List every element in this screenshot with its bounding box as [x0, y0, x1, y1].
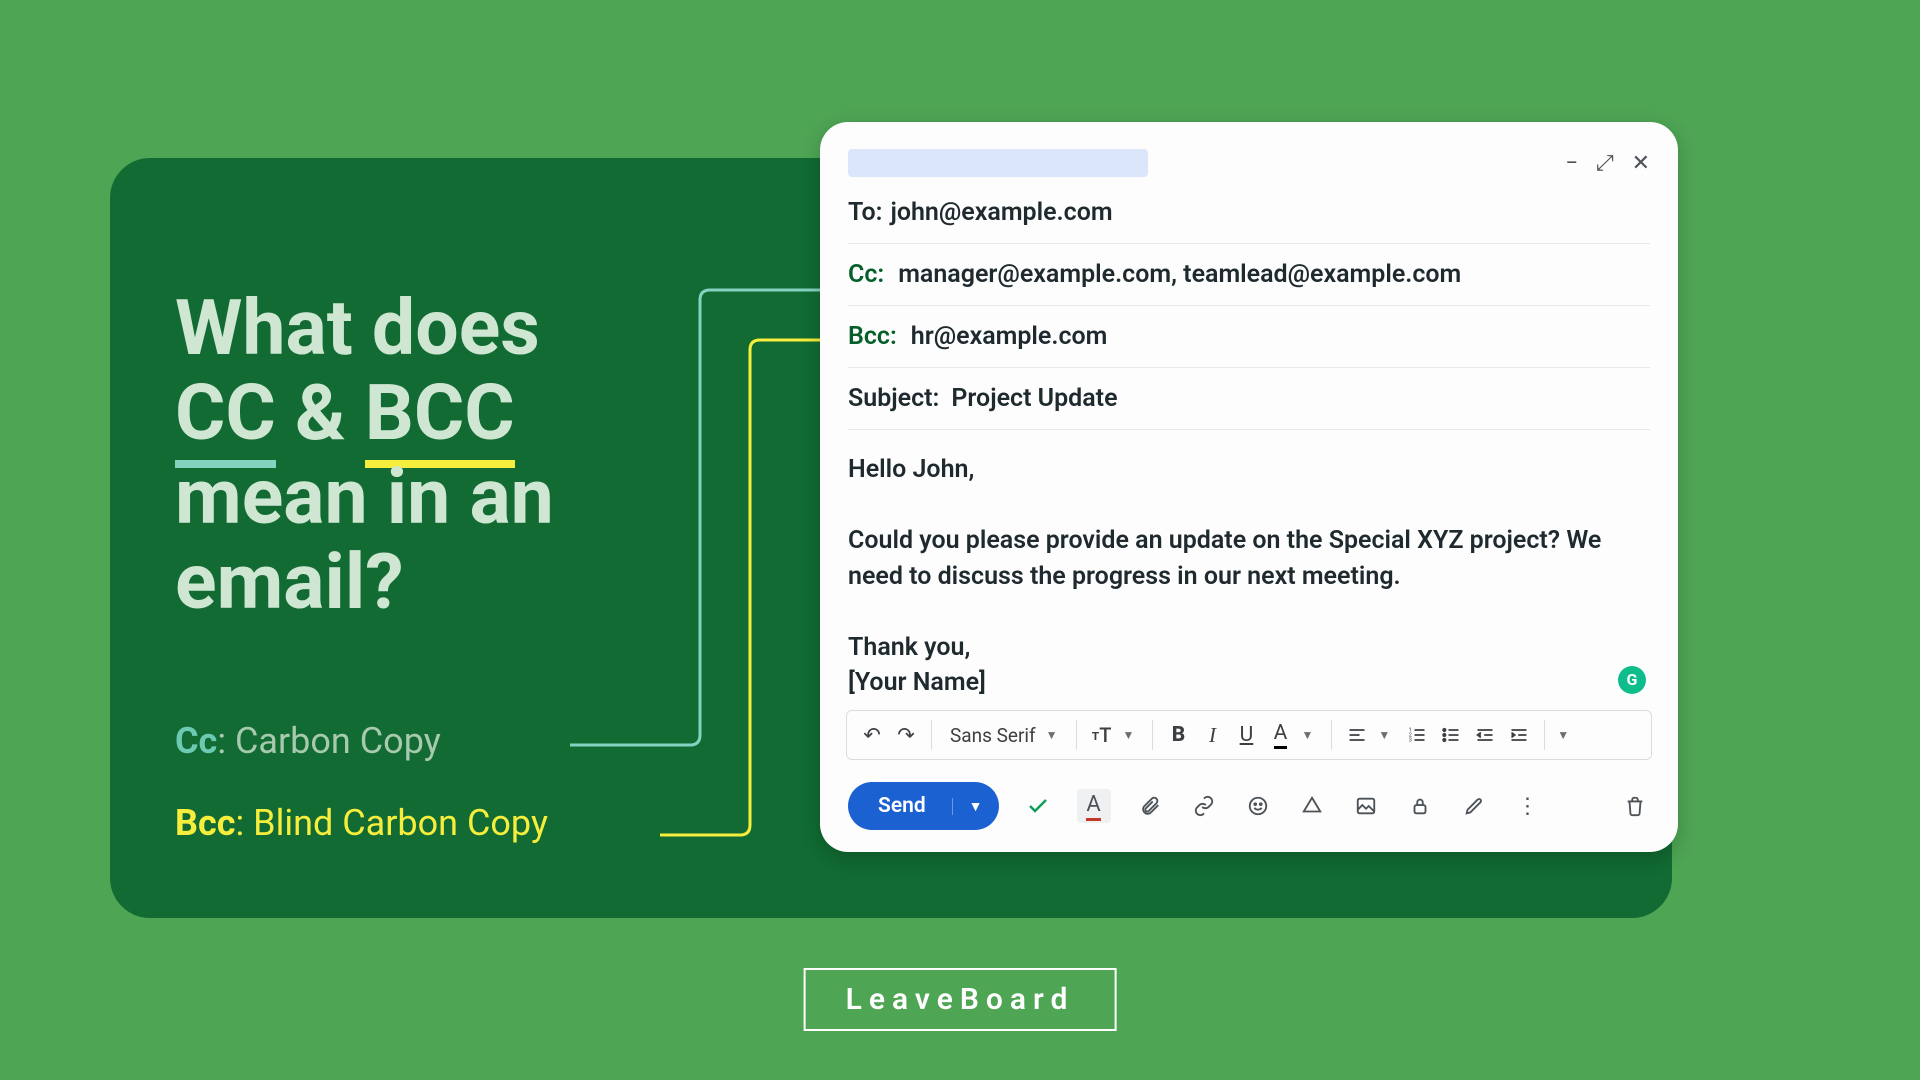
grammarly-icon[interactable]: G — [1618, 666, 1646, 694]
body-greeting: Hello John, — [848, 452, 1650, 488]
send-more-caret-icon[interactable]: ▼ — [952, 798, 999, 815]
bcc-label: Bcc: — [848, 322, 897, 351]
window-controls: − ⤢ ✕ — [1565, 151, 1650, 176]
subject-row[interactable]: Subject: Project Update — [848, 368, 1650, 430]
confidential-icon[interactable] — [1405, 791, 1435, 821]
compose-header: − ⤢ ✕ — [848, 144, 1650, 182]
link-icon[interactable] — [1189, 791, 1219, 821]
more-format-caret-icon[interactable]: ▼ — [1555, 728, 1577, 742]
numbered-list-button[interactable]: 123 — [1402, 718, 1432, 752]
definition-cc-label: Cc — [175, 720, 217, 762]
to-row[interactable]: To: john@example.com — [848, 182, 1650, 244]
cc-row[interactable]: Cc: manager@example.com, teamlead@exampl… — [848, 244, 1650, 306]
italic-button[interactable]: I — [1197, 718, 1227, 752]
definitions: Cc: Carbon Copy Bcc: Blind Carbon Copy — [175, 720, 548, 884]
bold-button[interactable]: B — [1163, 718, 1193, 752]
headline-amp: & — [276, 368, 365, 458]
definition-bcc: Bcc: Blind Carbon Copy — [175, 802, 548, 844]
align-button[interactable] — [1342, 718, 1372, 752]
redo-button[interactable]: ↷ — [891, 718, 921, 752]
format-toolbar: ↶ ↷ Sans Serif ▼ тT ▼ B I U A ▼ ▼ 123 ▼ — [846, 710, 1652, 760]
text-color-button[interactable]: A — [1265, 718, 1295, 752]
indent-increase-button[interactable] — [1504, 718, 1534, 752]
drive-icon[interactable] — [1297, 791, 1327, 821]
definition-cc: Cc: Carbon Copy — [175, 720, 548, 762]
minimize-icon[interactable]: − — [1565, 151, 1578, 176]
svg-text:3: 3 — [1409, 738, 1412, 744]
headline-line3a: mean in an — [175, 455, 775, 540]
underline-button[interactable]: U — [1231, 718, 1261, 752]
bullet-list-button[interactable] — [1436, 718, 1466, 752]
definition-bcc-label: Bcc — [175, 802, 236, 844]
definition-bcc-text: : Blind Carbon Copy — [236, 802, 549, 844]
subject-label: Subject: — [848, 384, 939, 413]
font-select[interactable]: Sans Serif — [942, 718, 1040, 752]
discard-icon[interactable] — [1620, 791, 1650, 821]
close-icon[interactable]: ✕ — [1632, 151, 1650, 176]
text-color-caret-icon[interactable]: ▼ — [1299, 728, 1321, 742]
send-label: Send — [848, 794, 952, 818]
body-area[interactable]: Hello John, Could you please provide an … — [848, 430, 1650, 706]
align-caret-icon[interactable]: ▼ — [1376, 728, 1398, 742]
headline-line1: What does — [175, 286, 775, 371]
recipient-pill[interactable] — [848, 149, 1148, 177]
more-options-icon[interactable]: ⋮ — [1513, 791, 1543, 821]
spellcheck-icon[interactable] — [1023, 791, 1053, 821]
headline-line3b: email? — [175, 540, 775, 625]
to-label: To: — [848, 198, 882, 227]
indent-decrease-button[interactable] — [1470, 718, 1500, 752]
text-size-button[interactable]: тT — [1087, 718, 1117, 752]
cc-value: manager@example.com, teamlead@example.co… — [898, 260, 1461, 289]
brand-badge: LeaveBoard — [804, 968, 1117, 1031]
body-signature: [Your Name] — [848, 665, 1650, 701]
send-button[interactable]: Send ▼ — [848, 782, 999, 830]
emoji-icon[interactable] — [1243, 791, 1273, 821]
bottom-toolbar: Send ▼ A — [848, 778, 1650, 834]
signature-icon[interactable] — [1459, 791, 1489, 821]
bcc-row[interactable]: Bcc: hr@example.com — [848, 306, 1650, 368]
definition-cc-text: : Carbon Copy — [217, 720, 440, 762]
text-size-caret-icon[interactable]: ▼ — [1121, 728, 1143, 742]
format-mode-icon[interactable]: A — [1077, 789, 1111, 823]
compose-window: − ⤢ ✕ To: john@example.com Cc: manager@e… — [820, 122, 1678, 852]
cc-label: Cc: — [848, 260, 884, 289]
headline-line2: CC & BCC — [175, 371, 775, 456]
font-caret-icon[interactable]: ▼ — [1044, 728, 1066, 742]
body-thanks: Thank you, — [848, 630, 1650, 666]
bottom-icons: A ⋮ — [1023, 789, 1543, 823]
resize-icon[interactable]: ⤢ — [1596, 151, 1614, 176]
subject-value: Project Update — [951, 384, 1117, 413]
body-text: Could you please provide an update on th… — [848, 523, 1650, 594]
headline: What does CC & BCC mean in an email? — [175, 286, 775, 625]
attachment-icon[interactable] — [1135, 791, 1165, 821]
bcc-value: hr@example.com — [911, 322, 1108, 351]
image-icon[interactable] — [1351, 791, 1381, 821]
undo-button[interactable]: ↶ — [857, 718, 887, 752]
to-value: john@example.com — [890, 198, 1112, 227]
